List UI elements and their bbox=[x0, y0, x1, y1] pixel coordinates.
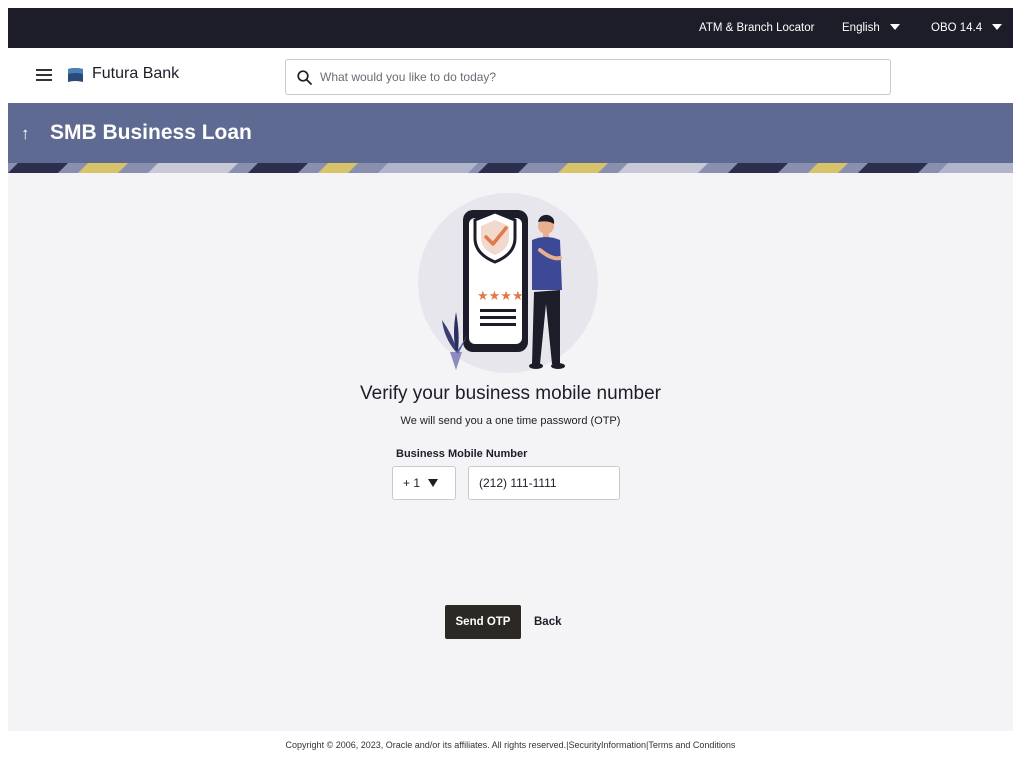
verify-heading: Verify your business mobile number bbox=[360, 383, 661, 404]
copyright-text: Copyright © 2006, 2023, Oracle and/or it… bbox=[285, 740, 567, 750]
country-code-value: + 1 bbox=[403, 476, 421, 490]
search-box[interactable] bbox=[285, 59, 891, 95]
brand-name: Futura Bank bbox=[92, 65, 180, 82]
footer: Copyright © 2006, 2023, Oracle and/or it… bbox=[8, 731, 1013, 759]
page-title: SMB Business Loan bbox=[50, 121, 252, 144]
security-information-link[interactable]: SecurityInformation bbox=[569, 740, 647, 750]
top-bar: ATM & Branch Locator English OBO 14.4 bbox=[8, 8, 1013, 48]
language-selector[interactable]: English bbox=[842, 8, 900, 48]
business-mobile-label: Business Mobile Number bbox=[396, 448, 528, 460]
caret-down-icon bbox=[889, 23, 900, 30]
business-mobile-input[interactable] bbox=[468, 466, 620, 500]
verify-subheading: We will send you a one time password (OT… bbox=[400, 415, 621, 427]
search-input[interactable] bbox=[320, 67, 870, 87]
page-banner: ↑ SMB Business Loan bbox=[8, 103, 1013, 173]
caret-down-icon bbox=[992, 23, 1003, 30]
country-code-select[interactable]: + 1 bbox=[392, 466, 456, 500]
language-label: English bbox=[842, 22, 880, 34]
caret-down-icon bbox=[428, 478, 439, 487]
user-label: OBO 14.4 bbox=[931, 22, 983, 34]
verification-illustration: ★★★★ bbox=[418, 193, 598, 373]
app-frame: ATM & Branch Locator English OBO 14.4 Fu… bbox=[8, 8, 1013, 759]
hamburger-menu-icon[interactable] bbox=[36, 69, 52, 81]
terms-conditions-link[interactable]: Terms and Conditions bbox=[648, 740, 735, 750]
atm-branch-locator-link[interactable]: ATM & Branch Locator bbox=[699, 8, 814, 48]
header: Futura Bank bbox=[8, 48, 1013, 103]
banner-pattern bbox=[8, 163, 1013, 173]
send-otp-button[interactable]: Send OTP bbox=[445, 605, 521, 639]
back-button[interactable]: Back bbox=[530, 605, 566, 639]
futura-bank-logo[interactable] bbox=[67, 67, 84, 83]
back-arrow-icon[interactable]: ↑ bbox=[21, 124, 30, 144]
search-icon bbox=[297, 70, 312, 85]
user-menu[interactable]: OBO 14.4 bbox=[931, 8, 1003, 48]
svg-text:★★★★: ★★★★ bbox=[477, 289, 524, 304]
